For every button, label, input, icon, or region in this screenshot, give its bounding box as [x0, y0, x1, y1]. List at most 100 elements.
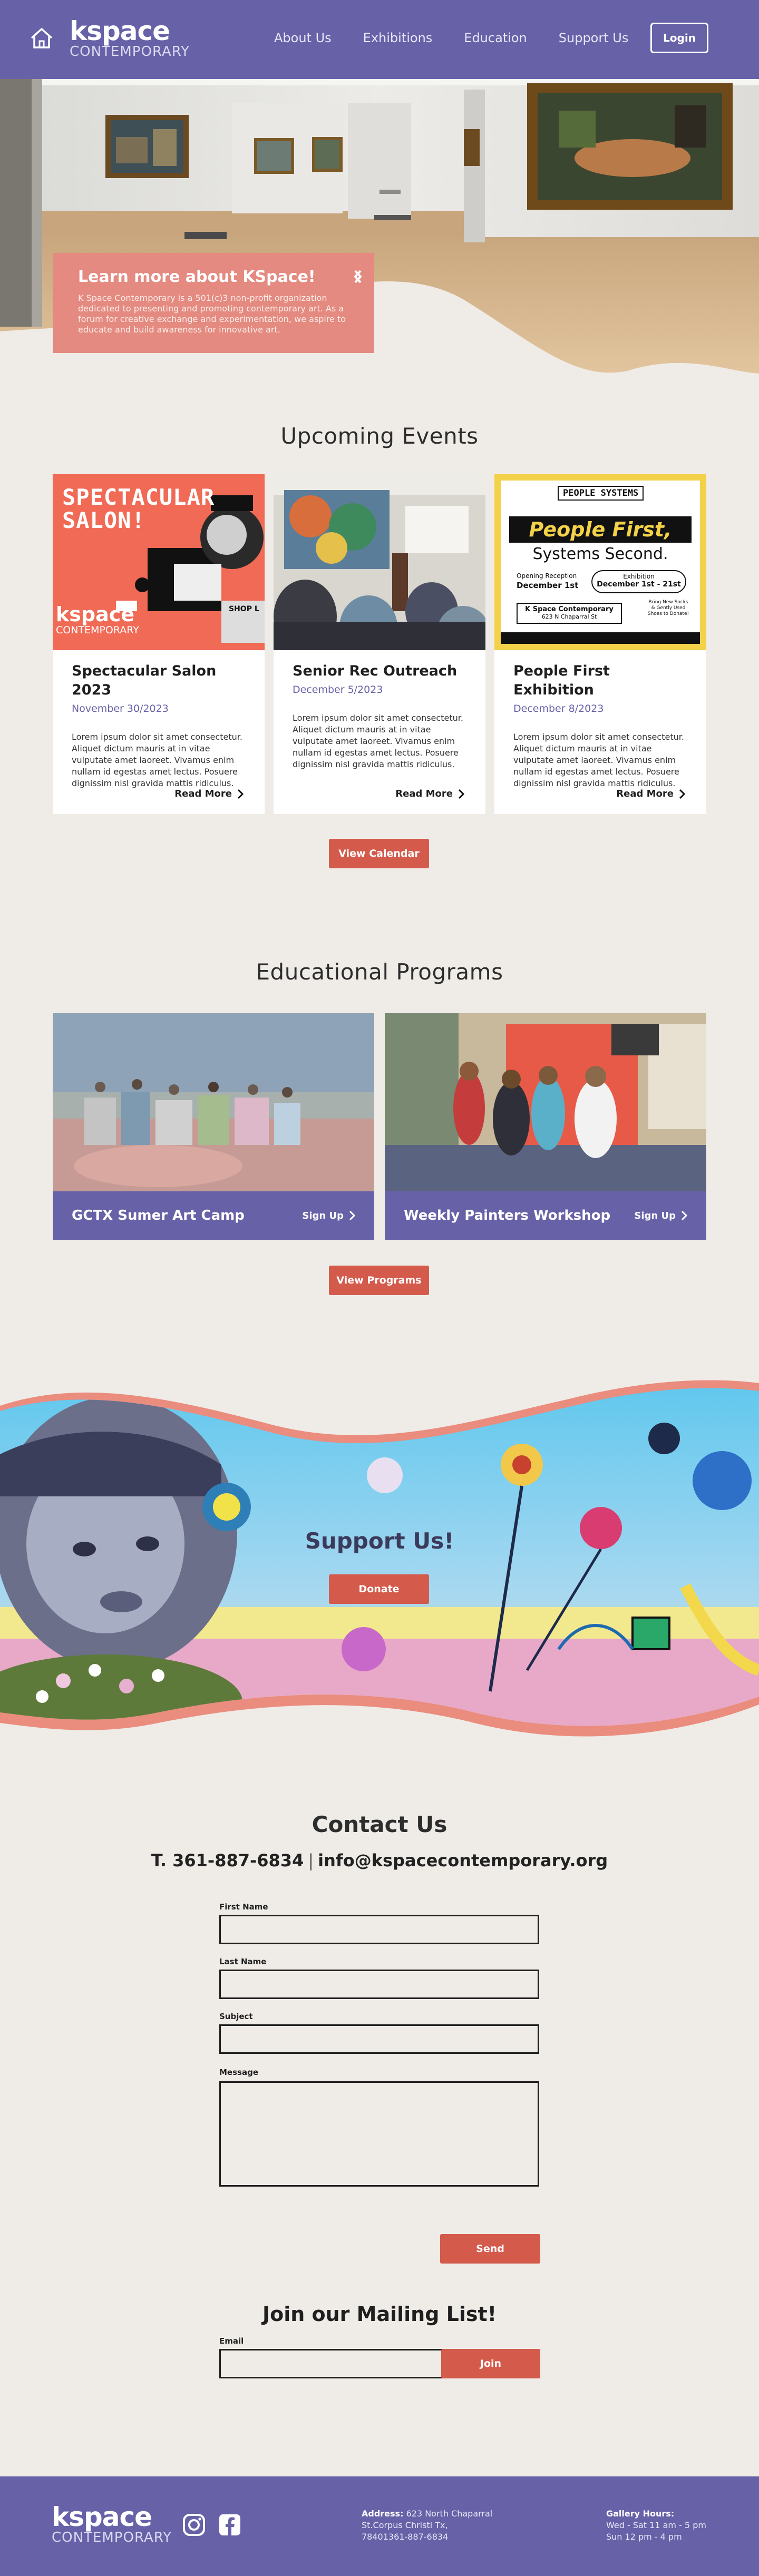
- hours-label: Gallery Hours:: [606, 2509, 675, 2519]
- event-title: Senior Rec Outreach: [293, 663, 458, 679]
- first-name-field[interactable]: [219, 1915, 539, 1944]
- footer-hours: Gallery Hours: Wed - Sat 11 am - 5 pm Su…: [606, 2508, 706, 2543]
- programs-section-title: Educational Programs: [256, 959, 503, 985]
- program-bar: GCTX Sumer Art Camp Sign Up: [53, 1191, 374, 1240]
- sign-up-label: Sign Up: [634, 1210, 676, 1221]
- event-date: December 8/2023: [513, 703, 604, 714]
- events-list: SPECTACULAR SALON! kspace CONTEMPORARY S…: [53, 474, 706, 814]
- read-more-link[interactable]: Read More: [174, 788, 244, 799]
- contact-email[interactable]: info@kspacecontemporary.org: [318, 1850, 608, 1870]
- message-field[interactable]: [219, 2081, 539, 2187]
- support-section-title: Support Us!: [305, 1528, 454, 1554]
- event-image-senior-rec: [274, 474, 485, 650]
- donate-button[interactable]: Donate: [329, 1574, 429, 1604]
- poster-logo-main: kspace: [56, 603, 135, 626]
- sign-up-label: Sign Up: [302, 1210, 344, 1221]
- program-name: Weekly Painters Workshop: [404, 1208, 611, 1223]
- social-links: [182, 2513, 241, 2536]
- poster-exhibit-box: Exhibition December 1st - 21st: [591, 570, 686, 593]
- read-more-label: Read More: [616, 788, 674, 799]
- poster-headline: People First,: [509, 516, 692, 543]
- home-icon[interactable]: [30, 26, 54, 50]
- event-title: People First Exhibition: [513, 663, 610, 698]
- chevron-right-icon[interactable]: [352, 269, 364, 285]
- event-description: Lorem ipsum dolor sit amet consectetur. …: [72, 732, 242, 788]
- mailing-section-title: Join our Mailing List!: [262, 2303, 497, 2326]
- poster-subline: Systems Second.: [532, 545, 668, 563]
- program-image-painters-workshop: [385, 1013, 706, 1191]
- message-label: Message: [219, 2068, 258, 2077]
- last-name-field[interactable]: [219, 1970, 539, 1999]
- site-logo[interactable]: kspace CONTEMPORARY: [70, 18, 190, 59]
- view-calendar-button[interactable]: View Calendar: [329, 839, 429, 868]
- address-line-1: 623 North Chaparral: [406, 2509, 493, 2519]
- event-image-salon: SPECTACULAR SALON! kspace CONTEMPORARY S…: [53, 474, 265, 650]
- support-section: Support Us! Donate: [0, 1375, 759, 1744]
- nav-link-support-us[interactable]: Support Us: [559, 30, 629, 46]
- poster-logo: kspace CONTEMPORARY: [56, 604, 139, 635]
- chevron-right-icon: [679, 789, 685, 799]
- read-more-label: Read More: [174, 788, 232, 799]
- footer-logo[interactable]: kspace CONTEMPORARY: [52, 2504, 172, 2545]
- contact-separator: |: [308, 1850, 314, 1870]
- program-card[interactable]: GCTX Sumer Art Camp Sign Up: [53, 1013, 374, 1240]
- event-title: Spectacular Salon 2023: [72, 663, 217, 698]
- event-card: PEOPLE SYSTEMS People First, Systems Sec…: [494, 474, 706, 814]
- login-button[interactable]: Login: [650, 23, 708, 53]
- footer-logo-subtitle: CONTEMPORARY: [52, 2530, 172, 2545]
- event-description: Lorem ipsum dolor sit amet consectetur. …: [293, 713, 463, 769]
- subject-label: Subject: [219, 2012, 253, 2021]
- last-name-label: Last Name: [219, 1957, 267, 1966]
- poster-venue-box: K Space Contemporary 623 N Chaparral St: [517, 603, 622, 624]
- hours-line-2: Sun 12 pm - 4 pm: [606, 2532, 682, 2542]
- contact-section-title: Contact Us: [312, 1811, 447, 1837]
- program-card[interactable]: Weekly Painters Workshop Sign Up: [385, 1013, 706, 1240]
- support-mural-image: [0, 1380, 759, 1737]
- event-card: Senior Rec Outreach December 5/2023 Lore…: [274, 474, 485, 814]
- facebook-icon[interactable]: [218, 2513, 241, 2536]
- main-menu: About Us Exhibitions Education Support U…: [274, 30, 660, 46]
- instagram-icon[interactable]: [182, 2513, 206, 2536]
- mailing-email-label: Email: [219, 2336, 244, 2346]
- footer-address: Address: 623 North Chaparral St.Corpus C…: [362, 2508, 492, 2543]
- subject-field[interactable]: [219, 2024, 539, 2054]
- event-date: December 5/2023: [293, 684, 383, 696]
- first-name-label: First Name: [219, 1902, 268, 1912]
- poster-exhibit-date: December 1st - 21st: [597, 580, 681, 589]
- program-bar: Weekly Painters Workshop Sign Up: [385, 1191, 706, 1240]
- hero-info-card: Learn more about KSpace! K Space Contemp…: [53, 253, 374, 353]
- poster-title: SPECTACULAR SALON!: [62, 484, 215, 533]
- program-sign-up-link[interactable]: Sign Up: [302, 1210, 355, 1221]
- poster-donate-note: Bring New Socks & Gently Used Shoes to D…: [647, 600, 689, 616]
- address-line-2: St.Corpus Christi Tx,: [362, 2520, 448, 2530]
- logo-wordmark: kspace: [70, 16, 170, 46]
- send-button[interactable]: Send: [440, 2234, 540, 2264]
- contact-details: T. 361-887-6834 | info@kspacecontemporary.…: [0, 1850, 759, 1870]
- poster-venue-address: 623 N Chaparral St: [541, 613, 597, 620]
- nav-link-about-us[interactable]: About Us: [274, 30, 332, 46]
- read-more-link[interactable]: Read More: [395, 788, 464, 799]
- poster-tag: SHOP L: [229, 605, 259, 613]
- hero-card-title: Learn more about KSpace!: [78, 268, 316, 286]
- contact-phone[interactable]: T. 361-887-6834: [151, 1850, 304, 1870]
- logo-subtitle: CONTEMPORARY: [70, 44, 190, 60]
- poster-reception-date: December 1st: [517, 581, 579, 590]
- hero-card-text: K Space Contemporary is a 501(c)3 non-pr…: [78, 293, 346, 335]
- view-programs-button[interactable]: View Programs: [329, 1266, 429, 1295]
- hero-section: Learn more about KSpace! K Space Contemp…: [0, 79, 759, 374]
- footer-logo-wordmark: kspace: [52, 2502, 152, 2532]
- program-sign-up-link[interactable]: Sign Up: [634, 1210, 687, 1221]
- chevron-right-icon: [349, 1210, 355, 1221]
- read-more-link[interactable]: Read More: [616, 788, 685, 799]
- event-image-people-first: PEOPLE SYSTEMS People First, Systems Sec…: [494, 474, 706, 650]
- chevron-right-icon: [458, 789, 464, 799]
- nav-link-education[interactable]: Education: [464, 30, 527, 46]
- join-button[interactable]: Join: [441, 2349, 540, 2378]
- chevron-right-icon: [237, 789, 244, 799]
- chevron-right-icon: [681, 1210, 687, 1221]
- mailing-email-field[interactable]: [219, 2349, 443, 2378]
- nav-link-exhibitions[interactable]: Exhibitions: [363, 30, 433, 46]
- read-more-label: Read More: [395, 788, 453, 799]
- site-footer: kspace CONTEMPORARY Address: 623 North C…: [0, 2476, 759, 2576]
- events-section-title: Upcoming Events: [280, 423, 479, 449]
